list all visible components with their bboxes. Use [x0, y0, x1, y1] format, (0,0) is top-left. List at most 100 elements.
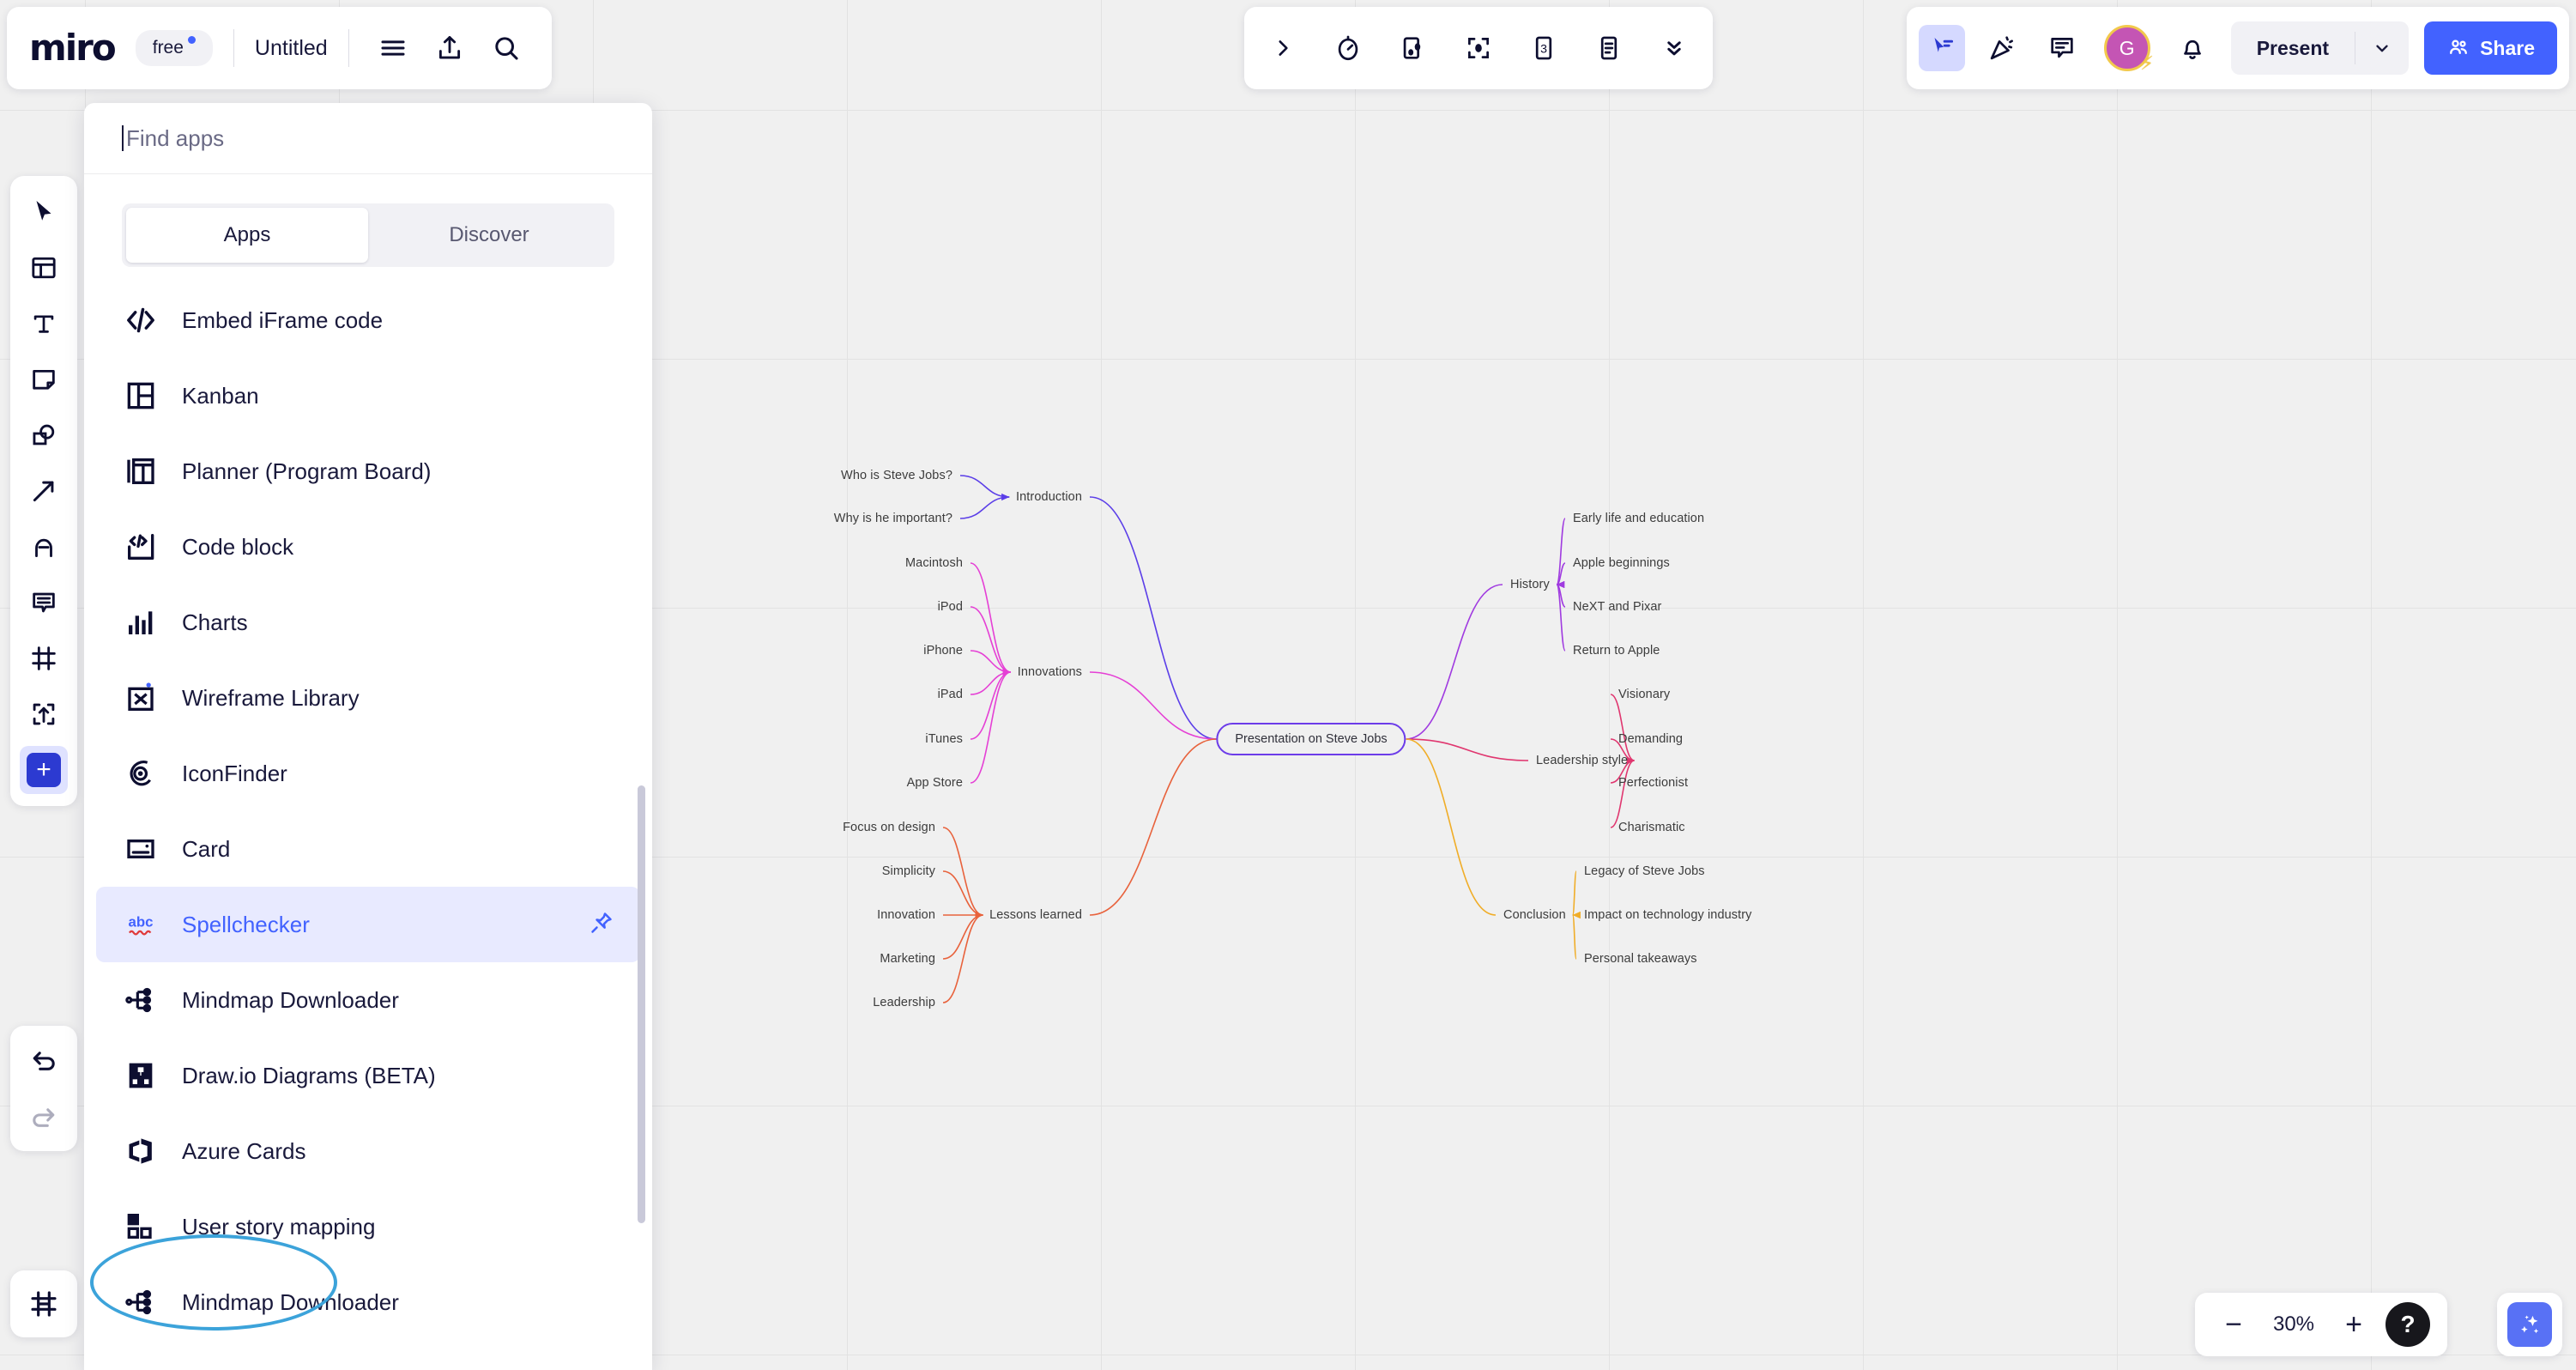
mindmap-node-label[interactable]: Personal takeaways [1584, 952, 1697, 966]
app-list-item-label: Azure Cards [182, 1137, 306, 1164]
apps-search-row[interactable] [84, 103, 652, 174]
mindmap-node-label[interactable]: Lessons learned [989, 908, 1082, 922]
plan-badge[interactable]: free [135, 30, 213, 66]
tab-discover[interactable]: Discover [368, 208, 610, 263]
notes-icon[interactable] [1586, 25, 1632, 71]
zoom-in-button[interactable]: + [2332, 1303, 2375, 1346]
iconfinder-eye-icon [122, 755, 160, 792]
mindmap-node-label[interactable]: Innovation [877, 908, 935, 922]
celebrate-tool-button[interactable] [1979, 25, 2025, 71]
collapse-chevrons-icon[interactable] [1651, 25, 1697, 71]
app-list-item-charts[interactable]: Charts [84, 585, 652, 660]
mindmap-connector [942, 827, 983, 916]
kanban-board-icon [122, 377, 160, 415]
mindmap-node-label[interactable]: Return to Apple [1573, 644, 1660, 658]
pen-tool-button[interactable] [20, 523, 68, 571]
search-icon[interactable] [483, 25, 529, 71]
app-list-item-spellchecker[interactable]: abc Spellchecker [96, 887, 640, 962]
mindmap-node-label[interactable]: Demanding [1618, 732, 1683, 746]
select-tool-button[interactable] [20, 188, 68, 236]
mindmap-node-label[interactable]: Innovations [1018, 665, 1082, 679]
miro-logo[interactable]: miro [29, 30, 117, 66]
mindmap-node-label[interactable]: Conclusion [1503, 908, 1566, 922]
mindmap-node-label[interactable]: Leadership style [1536, 754, 1628, 767]
redo-button[interactable] [20, 1093, 68, 1141]
apps-list[interactable]: Embed iFrame code Kanban Planner (Program … [84, 282, 652, 1370]
app-list-item-label: Draw.io Diagrams (BETA) [182, 1062, 436, 1088]
mindmap-node-label[interactable]: Simplicity [882, 864, 935, 878]
mindmap-node-label[interactable]: App Store [907, 776, 963, 790]
frames-panel-button[interactable] [10, 1270, 77, 1337]
mindmap-node-label[interactable]: Charismatic [1618, 821, 1685, 834]
more-apps-tool-button[interactable]: + [20, 746, 68, 794]
panel-scrollbar[interactable] [638, 785, 645, 1223]
comment-tool-button[interactable] [20, 579, 68, 627]
expand-chevron-icon[interactable] [1260, 25, 1306, 71]
mindmap-node-label[interactable]: iPhone [923, 644, 963, 658]
mindmap-node-label[interactable]: History [1510, 578, 1550, 591]
hamburger-menu-icon[interactable] [370, 25, 416, 71]
avatar[interactable]: G ⚡ [2103, 25, 2154, 74]
app-list-item-label: Wireframe Library [182, 684, 360, 711]
mindmap-node-label[interactable]: iPad [938, 688, 963, 701]
board-title[interactable]: Untitled [255, 36, 328, 61]
timer-icon[interactable] [1325, 25, 1371, 71]
mindmap-node-label[interactable]: Who is Steve Jobs? [841, 469, 952, 482]
mindmap-node-label[interactable]: Apple beginnings [1573, 556, 1670, 570]
shapes-tool-button[interactable] [20, 411, 68, 459]
app-list-item-planner-program-board[interactable]: Planner (Program Board) [84, 433, 652, 509]
frame-tool-button[interactable] [20, 634, 68, 682]
share-button[interactable]: Share [2424, 21, 2557, 75]
comment-tool-button[interactable] [2039, 25, 2085, 71]
app-list-item-azure-cards[interactable]: Azure Cards [84, 1113, 652, 1189]
upload-tool-button[interactable] [20, 690, 68, 738]
app-list-item-iconfinder[interactable]: IconFinder [84, 736, 652, 811]
mindmap-node-label[interactable]: Leadership [873, 996, 935, 1009]
upload-icon[interactable] [426, 25, 473, 71]
mindmap-node-label[interactable]: Early life and education [1573, 512, 1704, 525]
voting-icon[interactable] [1390, 25, 1436, 71]
cursor-tool-button[interactable] [1918, 25, 1965, 71]
mindmap-node-label[interactable]: Marketing [880, 952, 935, 966]
mindmap-node-label[interactable]: Focus on design [843, 821, 935, 834]
text-tool-button[interactable] [20, 300, 68, 348]
sticky-note-tool-button[interactable] [20, 355, 68, 403]
app-list-item-wireframe-library[interactable]: Wireframe Library [84, 660, 652, 736]
app-list-item-code-block[interactable]: Code block [84, 509, 652, 585]
present-button[interactable]: Present [2231, 21, 2355, 75]
mindmap-node-label[interactable]: iTunes [925, 732, 963, 746]
templates-tool-button[interactable] [20, 244, 68, 292]
ai-panel-button[interactable] [2497, 1293, 2562, 1356]
app-list-item-label: IconFinder [182, 760, 287, 786]
zoom-out-button[interactable]: − [2212, 1303, 2255, 1346]
notifications-bell-icon[interactable] [2169, 25, 2216, 71]
plan-badge-label: free [152, 38, 184, 58]
app-list-item-user-story-mapping[interactable]: User story mapping [84, 1189, 652, 1264]
app-list-item-draw-io-diagrams-beta[interactable]: Draw.io Diagrams (BETA) [84, 1038, 652, 1113]
help-button[interactable]: ? [2386, 1302, 2430, 1347]
search-input[interactable] [124, 124, 614, 153]
pin-icon[interactable] [589, 910, 614, 940]
app-list-item-kanban[interactable]: Kanban [84, 358, 652, 433]
mindmap-node-label[interactable]: Impact on technology industry [1584, 908, 1752, 922]
app-list-item-card[interactable]: Card [84, 811, 652, 887]
mindmap-node-label[interactable]: NeXT and Pixar [1573, 600, 1662, 614]
mindmap-node-label[interactable]: Introduction [1016, 490, 1082, 504]
app-list-item-mindmap-downloader[interactable]: Mindmap Downloader [84, 962, 652, 1038]
undo-button[interactable] [20, 1036, 68, 1084]
mindmap-node-label[interactable]: Legacy of Steve Jobs [1584, 864, 1705, 878]
mindmap-node-label[interactable]: Perfectionist [1618, 776, 1688, 790]
tab-apps[interactable]: Apps [126, 208, 368, 263]
zoom-level-value[interactable]: 30% [2265, 1312, 2322, 1337]
mindmap-node-label[interactable]: Macintosh [905, 556, 963, 570]
mindmap-node-label[interactable]: Visionary [1618, 688, 1670, 701]
code-block-icon [122, 528, 160, 566]
arrow-tool-button[interactable] [20, 467, 68, 515]
mindmap-node-label[interactable]: Why is he important? [834, 512, 952, 525]
app-list-item-embed-iframe-code[interactable]: Embed iFrame code [84, 282, 652, 358]
mindmap-node-label[interactable]: iPod [938, 600, 963, 614]
estimation-icon[interactable]: 3 [1521, 25, 1567, 71]
attention-icon[interactable] [1455, 25, 1502, 71]
present-dropdown-caret-icon[interactable] [2355, 21, 2409, 75]
mindmap-root-node[interactable]: Presentation on Steve Jobs [1216, 723, 1406, 755]
